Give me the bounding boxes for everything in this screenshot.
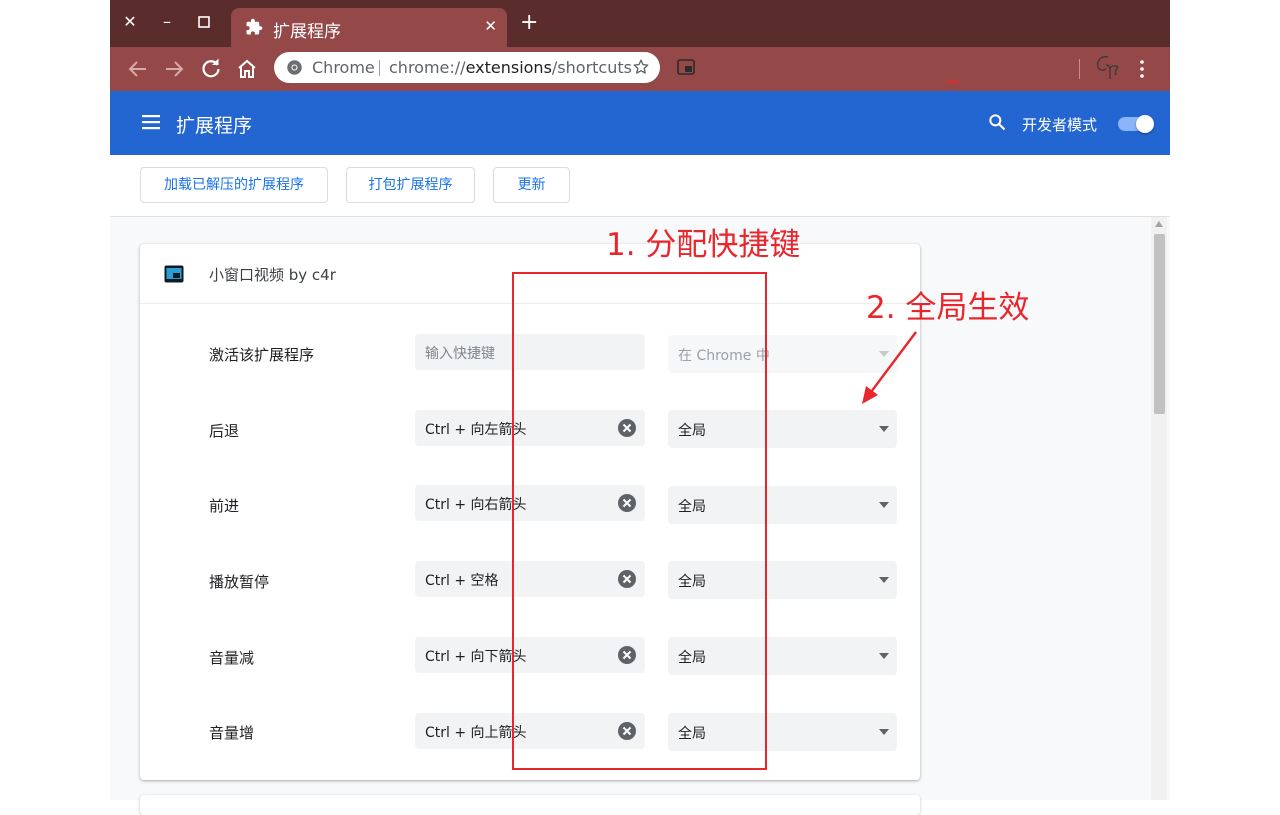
window-close-icon[interactable]: ✕ xyxy=(120,12,140,32)
command-label: 后退 xyxy=(209,422,240,440)
more-menu-icon[interactable] xyxy=(1138,57,1146,81)
annotation-mark xyxy=(947,81,959,83)
address-bar[interactable]: Chrome chrome://extensions/shortcuts xyxy=(274,52,660,83)
tab-extensions[interactable]: 扩展程序 ✕ xyxy=(231,8,507,47)
annotation-step-2: 2. 全局生效 xyxy=(866,290,1030,326)
browser-toolbar: Chrome chrome://extensions/shortcuts xyxy=(110,47,1170,91)
extensions-header: 扩展程序 开发者模式 xyxy=(110,91,1170,155)
new-tab-icon[interactable]: + xyxy=(520,12,538,34)
annotation-arrow-icon xyxy=(862,331,917,404)
forward-icon[interactable] xyxy=(162,57,186,81)
extension-icon xyxy=(164,265,184,283)
page-scrollbar[interactable] xyxy=(1151,217,1167,800)
hamburger-menu-icon[interactable] xyxy=(142,114,160,130)
chevron-down-icon xyxy=(879,729,889,735)
window-maximize-icon[interactable] xyxy=(194,12,214,32)
command-label: 激活该扩展程序 xyxy=(209,346,315,364)
annotation-step-1: 1. 分配快捷键 xyxy=(606,227,801,263)
title-bar: ✕ – 扩展程序 ✕ + xyxy=(110,0,1170,47)
puzzle-icon xyxy=(246,18,263,35)
page-title: 扩展程序 xyxy=(176,115,253,137)
pack-extension-button[interactable]: 打包扩展程序 xyxy=(346,167,475,203)
command-label: 前进 xyxy=(209,497,240,515)
omnibox-divider xyxy=(379,60,380,76)
toggle-knob xyxy=(1136,115,1154,133)
chevron-down-icon xyxy=(879,426,889,432)
reload-icon[interactable] xyxy=(199,57,223,81)
scroll-up-icon[interactable] xyxy=(1155,221,1163,227)
window-minimize-icon[interactable]: – xyxy=(157,12,177,32)
search-icon[interactable] xyxy=(987,112,1007,132)
home-icon[interactable] xyxy=(235,57,259,81)
command-label: 音量减 xyxy=(209,649,255,667)
tab-title: 扩展程序 xyxy=(273,22,341,42)
shortcut-value: Ctrl + 空格 xyxy=(425,573,499,589)
bookmark-star-icon[interactable] xyxy=(632,58,650,76)
chrome-icon xyxy=(287,60,302,75)
chevron-down-icon xyxy=(879,653,889,659)
scroll-thumb[interactable] xyxy=(1154,234,1165,414)
omnibox-site-label: Chrome xyxy=(312,58,375,77)
pip-extension-icon[interactable] xyxy=(677,59,695,75)
tab-close-icon[interactable]: ✕ xyxy=(484,17,497,35)
annotation-highlight-box xyxy=(512,272,767,770)
back-icon[interactable] xyxy=(126,57,150,81)
update-button[interactable]: 更新 xyxy=(493,167,570,203)
toolbar-divider xyxy=(1079,59,1080,79)
next-extension-card xyxy=(140,795,920,815)
load-unpacked-button[interactable]: 加载已解压的扩展程序 xyxy=(140,167,328,203)
chevron-down-icon xyxy=(879,577,889,583)
chevron-down-icon xyxy=(879,502,889,508)
command-label: 音量增 xyxy=(209,724,255,742)
developer-mode-toggle[interactable] xyxy=(1118,115,1154,133)
action-bar: 加载已解压的扩展程序 打包扩展程序 更新 xyxy=(110,155,1170,217)
shortcut-placeholder: 输入快捷键 xyxy=(425,346,495,362)
developer-mode-label: 开发者模式 xyxy=(1022,116,1098,134)
extension-name: 小窗口视频 by c4r xyxy=(209,266,336,284)
command-label: 播放暂停 xyxy=(209,573,270,591)
omnibox-url: chrome://extensions/shortcuts xyxy=(389,58,632,77)
profile-avatar-icon[interactable] xyxy=(1092,53,1126,83)
